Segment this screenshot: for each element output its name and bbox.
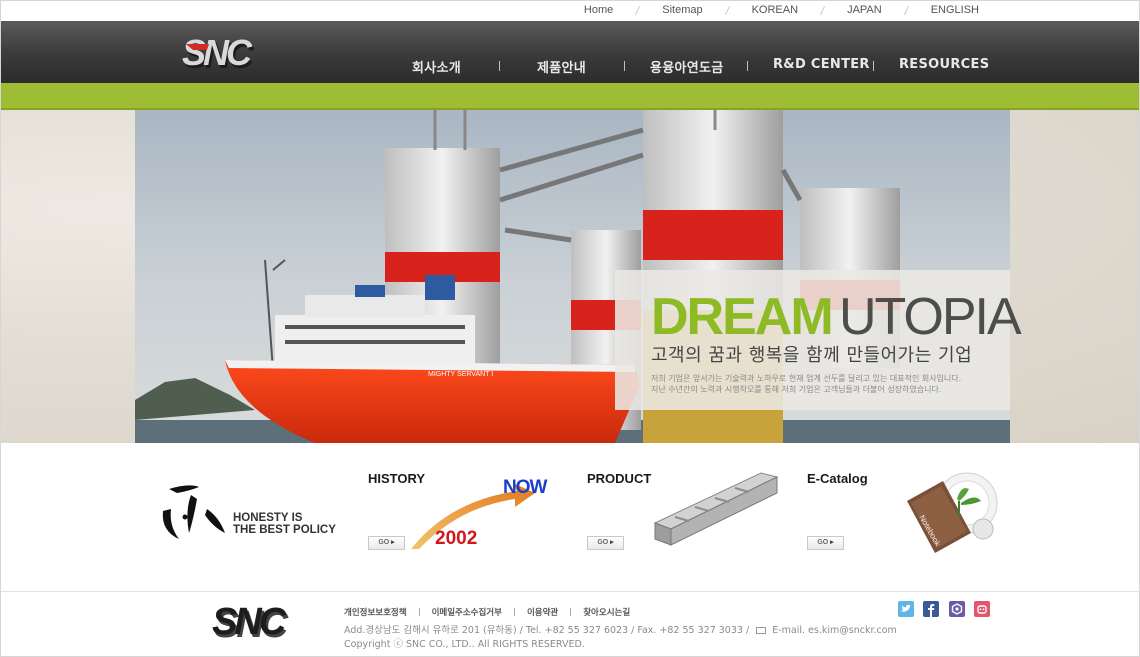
site-header: SNC SNC 회사소개 제품안내 용융아연도금 R&D CENTER RESO… — [1, 21, 1139, 83]
footer-copyright: Copyright ⓒ SNC CO., LTD.. All RIGHTS RE… — [344, 639, 585, 650]
footer-link-divider — [418, 608, 420, 616]
hero-headline-utopia: UTOPIA — [839, 288, 1022, 346]
facebook-icon[interactable] — [923, 601, 939, 617]
util-divider — [635, 5, 641, 15]
logo-text: SNC — [182, 34, 253, 73]
calligraphy-icon — [162, 485, 225, 539]
history-year-label: 2002 — [435, 528, 477, 549]
mail-icon — [756, 627, 767, 634]
ecatalog-title: E-Catalog — [807, 471, 868, 486]
notebook-image: Notebook — [907, 472, 998, 553]
footer-link-privacy[interactable]: 개인정보보호정책 — [344, 606, 407, 618]
util-link-korean[interactable]: KOREAN — [752, 4, 798, 16]
policy-text: HONESTY IS THE BEST POLICY — [233, 512, 336, 536]
nav-item-rnd-center[interactable]: R&D CENTER — [773, 57, 870, 72]
cafe-icon[interactable] — [974, 601, 990, 617]
history-arrow-graphic: NOW 2002 — [411, 477, 549, 549]
nav-divider — [873, 61, 874, 71]
util-divider — [724, 5, 730, 15]
footer-logo-text: SNC — [212, 601, 287, 643]
util-link-english[interactable]: ENGLISH — [931, 4, 979, 16]
nav-item-resources[interactable]: RESOURCES — [899, 57, 989, 72]
accent-bar — [1, 83, 1139, 110]
nav-divider — [747, 61, 748, 71]
util-divider — [903, 5, 909, 15]
footer-link-divider — [570, 608, 572, 616]
blog-icon[interactable] — [949, 601, 965, 617]
footer-address: Add.경상남도 김해시 유하로 201 (유하동) / Tel. +82 55… — [344, 622, 897, 636]
hero-headline-dream: DREAM — [651, 288, 834, 346]
history-go-button[interactable]: GO — [368, 536, 405, 550]
nav-divider — [499, 61, 500, 71]
product-title: PRODUCT — [587, 471, 652, 486]
hero-desc-line-1: 저희 기업은 앞서가는 기술력과 노하우로 현재 업계 선두를 달리고 있는 대… — [651, 374, 962, 383]
utility-bar: Home Sitemap KOREAN JAPAN ENGLISH — [1, 1, 1139, 21]
nav-divider — [624, 61, 625, 71]
util-divider — [819, 5, 826, 15]
footer-link-directions[interactable]: 찾아오시는길 — [583, 606, 630, 618]
footer-email[interactable]: E-mail. es.kim@snckr.com — [772, 625, 897, 636]
history-now-label: NOW — [503, 477, 548, 498]
policy-line-1: HONESTY IS — [233, 512, 303, 524]
util-link-sitemap[interactable]: Sitemap — [662, 4, 702, 16]
nav-item-company[interactable]: 회사소개 — [412, 57, 461, 76]
footer-link-divider — [513, 608, 515, 616]
footer-link-email-refusal[interactable]: 이메일주소수집거부 — [432, 606, 502, 618]
footer-snc-logo: SNC SNC — [212, 601, 292, 643]
page-frame: Home Sitemap KOREAN JAPAN ENGLISH SNC SN… — [0, 0, 1140, 657]
footer-link-terms[interactable]: 이용약관 — [527, 606, 558, 618]
util-link-japan[interactable]: JAPAN — [847, 4, 882, 16]
ship-name-label: MIGHTY SERVANT I — [428, 371, 493, 378]
policy-line-2: THE BEST POLICY — [233, 524, 336, 536]
ecatalog-go-button[interactable]: GO — [807, 536, 844, 550]
hero-desc-line-2: 지난 수년간의 노력과 시행착오를 통해 저희 기업은 고객님들과 더불어 성장… — [651, 385, 942, 394]
util-link-home[interactable]: Home — [584, 4, 613, 16]
nav-item-galvanizing[interactable]: 용융아연도금 — [650, 57, 724, 76]
twitter-icon[interactable] — [898, 601, 914, 617]
cable-tray-image — [653, 472, 779, 546]
footer-address-text: Add.경상남도 김해시 유하로 201 (유하동) / Tel. +82 55… — [344, 625, 750, 636]
nav-item-products[interactable]: 제품안내 — [537, 57, 586, 76]
footer-links: 개인정보보호정책 이메일주소수집거부 이용약관 찾아오시는길 — [344, 606, 630, 618]
hero-subline: 고객의 꿈과 행복을 함께 만들어가는 기업 — [651, 345, 973, 366]
product-go-button[interactable]: GO — [587, 536, 624, 550]
snc-logo[interactable]: SNC SNC — [181, 34, 271, 74]
